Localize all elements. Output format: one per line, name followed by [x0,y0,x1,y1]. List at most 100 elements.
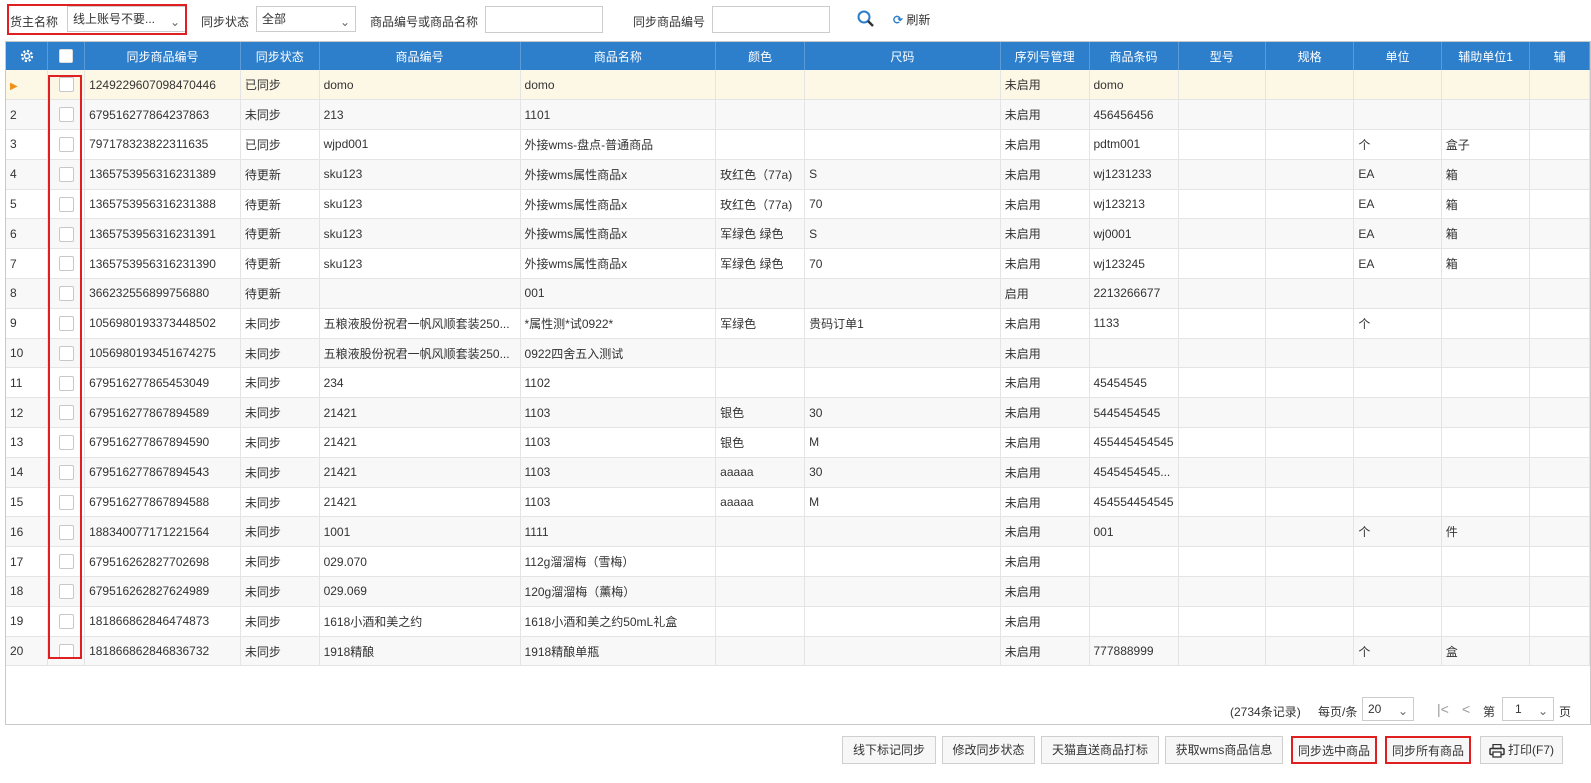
cell-extra [1529,189,1590,220]
cell-extra [1529,338,1590,369]
cell-barcode: 5445454545 [1089,397,1179,429]
cell-size: 贵码订单1 [804,308,1001,339]
get-wms-info-button[interactable]: 获取wms商品信息 [1165,736,1283,764]
cell-color: aaaaa [715,457,806,488]
cell-barcode [1089,606,1179,637]
table-row[interactable]: 5 1365753956316231388 待更新 sku123 外接wms属性商品x 玫… [6,189,1590,220]
col-header[interactable]: 规格 [1265,42,1355,70]
table-row[interactable]: 19 181866862846474873 未同步 1618小酒和美之约 1618小酒和… [6,606,1590,637]
cell-model [1178,308,1266,339]
table-row[interactable]: 8 366232556899756880 待更新 001 启用 2213266677 [6,278,1590,309]
cell-extra [1529,308,1590,339]
table-row[interactable]: 4 1365753956316231389 待更新 sku123 外接wms属性商品x 玫… [6,159,1590,190]
cell-status: 待更新 [240,278,320,309]
print-button[interactable]: 打印(F7) [1480,736,1563,764]
horizontal-scroll-track[interactable] [6,724,1591,725]
cell-name: 1618小酒和美之约50mL礼盒 [520,606,717,637]
cell-serial: 未启用 [1000,516,1090,548]
code-input[interactable] [485,6,603,33]
cell-name: 120g溜溜梅（薰梅） [520,576,717,607]
refresh-button[interactable]: ⟳ 刷新 [893,11,930,28]
cell-aux [1441,606,1531,637]
status-select[interactable]: 全部 ⌄ [256,6,356,32]
cell-unit: 个 [1353,636,1442,667]
col-header[interactable]: 同步商品编号 [84,42,241,70]
cell-barcode: wj0001 [1089,218,1179,250]
page-label: 第 [1483,705,1496,719]
col-header[interactable]: 型号 [1178,42,1266,70]
table-row[interactable]: 14 679516277867894543 未同步 21421 1103 aaaaa 30 未… [6,457,1590,488]
cell-extra [1529,397,1590,429]
col-header[interactable]: 辅助单位1 [1441,42,1531,70]
cell-sync-code: 797178323822311635 [84,129,241,160]
table-row[interactable]: 15 679516277867894588 未同步 21421 1103 aaaaa M 未启… [6,487,1590,518]
sync-all-button[interactable]: 同步所有商品 [1385,736,1471,764]
cell-code: sku123 [319,248,521,280]
tmall-print-button[interactable]: 天猫直送商品打标 [1041,736,1159,764]
row-number: 16 [6,516,49,548]
sync-selected-button[interactable]: 同步选中商品 [1291,736,1377,764]
table-row[interactable]: 12 679516277867894589 未同步 21421 1103 银色 30 未启用 5… [6,397,1590,429]
cell-size [804,99,1001,131]
cell-barcode: 455445454545 [1089,427,1179,458]
table-row[interactable]: 3 797178323822311635 已同步 wjpd001 外接wms-盘点-普通… [6,129,1590,160]
cell-unit: EA [1353,159,1442,190]
select-all-cell[interactable] [47,42,86,70]
table-row[interactable]: 2 679516277864237863 未同步 213 1101 未启用 45645645… [6,99,1590,131]
cell-aux [1441,546,1531,578]
col-header[interactable]: 颜色 [715,42,806,70]
table-body: ▶ 1249229607098470446 已同步 domo domo 未启用 domo 2 6… [6,70,1590,667]
column-settings[interactable] [6,42,49,70]
product-table: 同步商品编号 同步状态 商品编号 商品名称 颜色 尺码 序列号管理 商品条码 型… [6,42,1590,667]
col-header[interactable]: 单位 [1353,42,1442,70]
cell-spec [1265,70,1355,101]
page-select[interactable]: 1 ⌄ [1502,697,1554,721]
cell-sync-code: 1365753956316231390 [84,248,241,280]
cell-spec [1265,129,1355,160]
first-page-icon[interactable]: |< [1437,701,1449,717]
select-all-checkbox[interactable] [59,49,74,64]
cell-spec [1265,606,1355,637]
table-row[interactable]: 13 679516277867894590 未同步 21421 1103 银色 M 未启用 45… [6,427,1590,458]
cell-extra [1529,99,1590,131]
col-header[interactable]: 辅 [1529,42,1590,70]
col-header[interactable]: 尺码 [804,42,1001,70]
col-header[interactable]: 同步状态 [240,42,320,70]
cell-size [804,606,1001,637]
sync-code-input[interactable] [712,6,830,33]
table-row[interactable]: 18 679516262827624989 未同步 029.069 120g溜溜梅（薰梅… [6,576,1590,607]
cell-color [715,338,806,369]
cell-model [1178,248,1266,280]
search-icon[interactable] [856,9,876,29]
cell-aux: 箱 [1441,218,1531,250]
table-row[interactable]: 17 679516262827702698 未同步 029.070 112g溜溜梅（雪梅… [6,546,1590,578]
modify-sync-status-button[interactable]: 修改同步状态 [942,736,1035,764]
cell-aux [1441,397,1531,429]
per-page-select[interactable]: 20 ⌄ [1362,697,1414,721]
prev-page-icon[interactable]: < [1462,701,1470,717]
table-row[interactable]: 7 1365753956316231390 待更新 sku123 外接wms属性商品x 军… [6,248,1590,280]
table-row[interactable]: 11 679516277865453049 未同步 234 1102 未启用 4545454… [6,367,1590,399]
table-row[interactable]: ▶ 1249229607098470446 已同步 domo domo 未启用 domo [6,70,1590,101]
col-header[interactable]: 序列号管理 [1000,42,1090,70]
table-row[interactable]: 20 181866862846836732 未同步 1918精酿 1918精酿单瓶 未启用… [6,636,1590,667]
gear-icon [20,49,33,63]
cell-code: domo [319,70,521,101]
col-header[interactable]: 商品条码 [1089,42,1179,70]
offline-mark-sync-button[interactable]: 线下标记同步 [842,736,936,764]
cell-size: S [804,218,1001,250]
cell-spec [1265,99,1355,131]
cell-code [319,278,521,309]
col-header[interactable]: 商品名称 [520,42,717,70]
table-row[interactable]: 6 1365753956316231391 待更新 sku123 外接wms属性商品x 军… [6,218,1590,250]
cell-spec [1265,576,1355,607]
cell-name: *属性测*试0922* [520,308,717,339]
table-row[interactable]: 16 188340077171221564 未同步 1001 1111 未启用 001 个件 [6,516,1590,548]
col-header[interactable]: 商品编号 [319,42,521,70]
cell-extra [1529,546,1590,578]
cell-barcode: wj123213 [1089,189,1179,220]
table-row[interactable]: 10 1056980193451674275 未同步 五粮液股份祝君一帆风顺套装250… [6,338,1590,369]
cell-status: 未同步 [240,576,320,607]
cell-serial: 未启用 [1000,70,1090,101]
table-row[interactable]: 9 1056980193373448502 未同步 五粮液股份祝君一帆风顺套装250.… [6,308,1590,339]
